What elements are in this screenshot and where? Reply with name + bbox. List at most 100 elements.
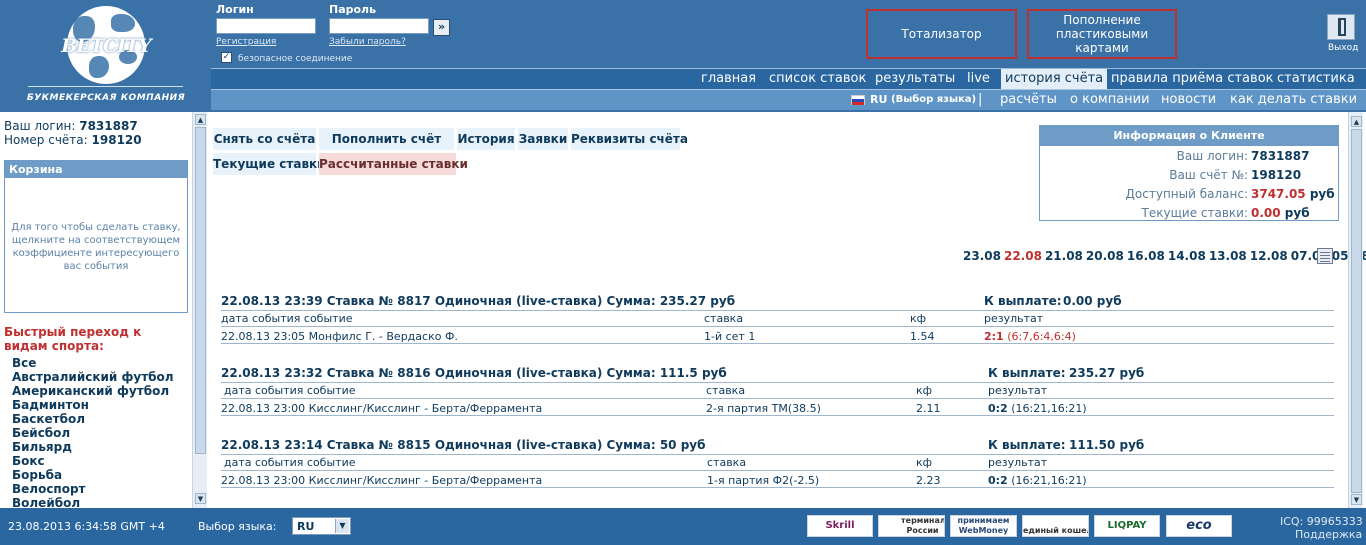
password-label: Пароль xyxy=(329,3,377,16)
nav-account-history[interactable]: история счёта xyxy=(1001,69,1108,90)
bet-result: 0:2 (16:21,16:21) xyxy=(988,402,1087,415)
nav-how-to-bet[interactable]: как делать ставки xyxy=(1230,92,1357,107)
date-link[interactable]: 21.08 xyxy=(1045,249,1083,263)
divider xyxy=(221,326,1334,327)
bet-event: 22.08.13 23:05 Монфилс Г. - Вердаско Ф. xyxy=(221,330,458,343)
nav-bet-list[interactable]: список ставок xyxy=(769,71,866,86)
footer-datetime: 23.08.2013 6:34:58 GMT +4 xyxy=(8,520,165,533)
russian-terminals-logo[interactable]: терминалы России xyxy=(878,515,945,537)
secure-checkbox[interactable]: ✓ xyxy=(221,52,232,63)
lang-code[interactable]: RU xyxy=(870,93,887,106)
sport-link[interactable]: Баскетбол xyxy=(12,412,85,426)
logo[interactable]: BETCITY БУКМЕКЕРСКАЯ КОМПАНИЯ xyxy=(0,0,211,112)
eco-logo[interactable]: eco xyxy=(1166,515,1232,537)
sidebar-login: Ваш логин: 7831887 xyxy=(4,119,138,133)
tab-deposit[interactable]: Пополнить счёт xyxy=(319,128,454,150)
skrill-logo[interactable]: Skrill xyxy=(807,515,873,537)
nav-home[interactable]: главная xyxy=(701,71,756,86)
scroll-thumb[interactable] xyxy=(1351,129,1362,493)
sport-link[interactable]: Велоспорт xyxy=(12,482,86,496)
tab-settled-bets[interactable]: Рассчитанные ставки xyxy=(319,153,468,175)
col-bet-header: ставка xyxy=(707,456,747,469)
bet-score-detail: (6:7,6:4,6:4) xyxy=(1007,330,1076,343)
date-link[interactable]: 12.08 xyxy=(1250,249,1288,263)
bet-score: 0:2 xyxy=(988,402,1008,415)
chevron-down-icon[interactable]: ▼ xyxy=(335,519,349,533)
totalizator-button[interactable]: Тотализатор xyxy=(866,9,1017,59)
sport-link[interactable]: Американский футбол xyxy=(12,384,169,398)
register-link[interactable]: Регистрация xyxy=(216,37,276,47)
client-login-label: Ваш логин: xyxy=(1176,149,1248,163)
scroll-thumb[interactable] xyxy=(195,127,206,454)
tab-account-details[interactable]: Реквизиты счёта xyxy=(571,128,688,150)
tab-requests[interactable]: Заявки xyxy=(518,128,568,150)
client-account-value: 198120 xyxy=(1251,168,1302,182)
payout-label: К выплате: xyxy=(988,366,1066,380)
password-input[interactable] xyxy=(329,18,429,34)
exit-label[interactable]: Выход xyxy=(1328,43,1358,53)
col-event-header: дата события событие xyxy=(224,456,356,469)
nav-news[interactable]: новости xyxy=(1161,92,1216,107)
support-link[interactable]: Поддержка xyxy=(1295,528,1362,541)
sport-link[interactable]: Австралийский футбол xyxy=(12,370,174,384)
tab-history[interactable]: История xyxy=(457,128,515,150)
tab-withdraw[interactable]: Снять со счёта xyxy=(213,128,316,150)
sidebar-scrollbar[interactable]: ▲ ▼ xyxy=(192,112,207,508)
scroll-up-icon[interactable]: ▲ xyxy=(1351,116,1362,127)
bet-event: 22.08.13 23:00 Кисслинг/Кисслинг - Берта… xyxy=(221,402,543,415)
lang-choice-link[interactable]: (Выбор языка) xyxy=(891,94,976,105)
bet-header: 22.08.13 23:32 Ставка № 8816 Одиночная (… xyxy=(221,366,727,380)
col-event-header: дата события событие xyxy=(224,384,356,397)
sport-link[interactable]: Борьба xyxy=(12,468,62,482)
date-link[interactable]: 16.08 xyxy=(1127,249,1165,263)
nav-results[interactable]: результаты xyxy=(875,71,955,86)
forgot-password-link[interactable]: Забыли пароль? xyxy=(329,37,406,47)
divider xyxy=(221,310,1334,311)
calendar-icon[interactable] xyxy=(1317,248,1333,264)
door-icon xyxy=(1338,18,1346,36)
divider xyxy=(221,415,1334,416)
client-balance-value: 3747.05 руб xyxy=(1251,187,1335,201)
liqpay-logo[interactable]: LIQPAY xyxy=(1094,515,1160,537)
tab-current-bets[interactable]: Текущие ставки xyxy=(213,153,326,175)
main-scrollbar[interactable]: ▲ ▼ xyxy=(1348,112,1363,508)
sport-link[interactable]: Бадминтон xyxy=(12,398,89,412)
card-topup-button[interactable]: Пополнение пластиковыми картами xyxy=(1027,9,1177,59)
secure-label: безопасное соединение xyxy=(238,54,353,64)
login-submit-button[interactable]: » xyxy=(433,19,450,36)
sport-link-all[interactable]: Все xyxy=(12,356,36,370)
language-select[interactable]: RU ▼ xyxy=(292,517,351,535)
payout-label: К выплате: xyxy=(988,438,1066,452)
login-label: Логин xyxy=(216,3,254,16)
date-link[interactable]: 23.08 xyxy=(963,249,1001,263)
wallet-one-logo[interactable]: единый кошелек xyxy=(1022,515,1089,537)
nav-about[interactable]: о компании xyxy=(1070,92,1150,107)
sport-link[interactable]: Бокс xyxy=(12,454,45,468)
russian-flag-icon xyxy=(851,95,865,105)
sidebar-account-label: Номер счёта: xyxy=(4,133,88,147)
scroll-up-icon[interactable]: ▲ xyxy=(195,114,206,125)
sport-link[interactable]: Волейбол xyxy=(12,496,80,508)
login-input[interactable] xyxy=(216,18,316,34)
divider xyxy=(221,454,1334,455)
col-coef-header: кф xyxy=(910,312,927,325)
nav-statistics[interactable]: статистика xyxy=(1277,71,1355,86)
scroll-down-icon[interactable]: ▼ xyxy=(195,493,206,504)
nav-settlements[interactable]: расчёты xyxy=(1000,92,1057,107)
scroll-down-icon[interactable]: ▼ xyxy=(1351,494,1362,505)
bet-coef: 1.54 xyxy=(910,330,935,343)
date-link[interactable]: 13.08 xyxy=(1209,249,1247,263)
sidebar-account: Номер счёта: 198120 xyxy=(4,133,142,147)
sport-link[interactable]: Бильярд xyxy=(12,440,72,454)
client-info-title: Информация о Клиенте xyxy=(1040,126,1338,146)
nav-live[interactable]: live xyxy=(967,71,990,86)
date-link-selected[interactable]: 22.08 xyxy=(1004,249,1042,263)
date-link[interactable]: 14.08 xyxy=(1168,249,1206,263)
date-link[interactable]: 20.08 xyxy=(1086,249,1124,263)
client-current-label: Текущие ставки: xyxy=(1141,206,1248,220)
col-event-header: дата события событие xyxy=(221,312,353,325)
exit-button[interactable] xyxy=(1327,14,1355,40)
nav-rules[interactable]: правила приёма ставок xyxy=(1111,71,1274,86)
sport-link[interactable]: Бейсбол xyxy=(12,426,70,440)
webmoney-logo[interactable]: принимаем WebMoney xyxy=(950,515,1017,537)
